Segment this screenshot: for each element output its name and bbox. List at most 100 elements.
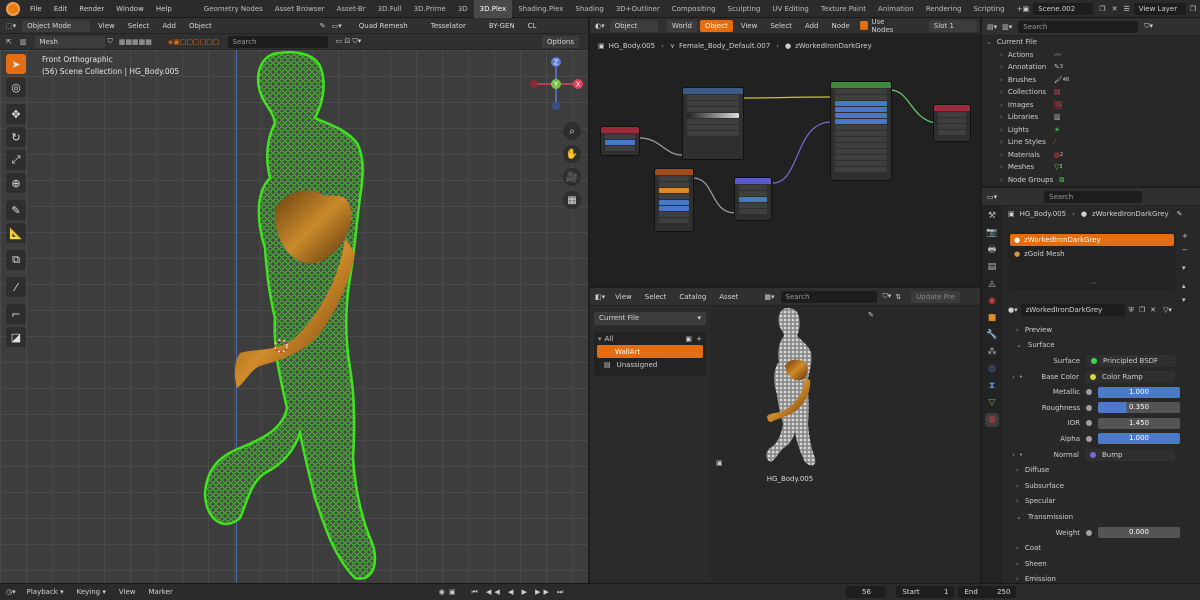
view-layer-icon[interactable]: ☰: [1123, 5, 1129, 13]
copy-scene-icon[interactable]: ❐: [1099, 5, 1105, 13]
material-name-field[interactable]: zWorkedIronDarkGrey: [1020, 304, 1125, 316]
scale-tool-icon[interactable]: ⤢: [6, 150, 26, 170]
workspace-tab[interactable]: 3D: [452, 0, 474, 18]
workspace-tab[interactable]: UV Editing: [766, 0, 815, 18]
pen-icon[interactable]: ✎: [320, 22, 326, 30]
workspace-tab[interactable]: 3D.Full: [372, 0, 408, 18]
menu-render[interactable]: Render: [73, 0, 110, 18]
menu-file[interactable]: File: [24, 0, 48, 18]
workspace-tab[interactable]: 3D.Plex: [473, 0, 513, 18]
playback-menu[interactable]: Playback ▾: [22, 586, 69, 598]
ortho-grid-icon[interactable]: ▦: [563, 191, 581, 209]
asset-filter-icon[interactable]: ⛉▾: [883, 292, 892, 301]
menu-help[interactable]: Help: [150, 0, 178, 18]
expand-arrow-icon[interactable]: ›: [1000, 174, 1003, 187]
constraints-tab-icon[interactable]: ⧗: [985, 379, 999, 393]
workspace-tab[interactable]: Asset Browser: [269, 0, 331, 18]
catalog-all[interactable]: All: [605, 335, 614, 343]
expand-arrow-icon[interactable]: ›: [1000, 49, 1003, 62]
mesh-dropdown[interactable]: Mesh: [34, 35, 105, 48]
body-mesh-figure[interactable]: [195, 48, 395, 583]
move-tool-icon[interactable]: ✥: [6, 104, 26, 124]
tesselator-menu[interactable]: Tesselator: [426, 20, 471, 32]
add-catalog-icon[interactable]: +: [696, 335, 702, 343]
move-slot-up-icon[interactable]: ▴: [1182, 282, 1188, 290]
outliner-item[interactable]: › Lights ☀: [982, 124, 1200, 137]
scene-tab-icon[interactable]: ◬: [985, 277, 999, 291]
material-slot[interactable]: ● zGold Mesh: [1010, 248, 1174, 260]
cursor-tool-icon[interactable]: ◎: [6, 77, 26, 97]
playback-controls[interactable]: ⏮ ◀◀ ◀ ▶ ▶▶ ⏭: [471, 588, 566, 597]
panel-diffuse[interactable]: › Diffuse: [1006, 462, 1200, 478]
panel-subsurface[interactable]: › Subsurface: [1006, 478, 1200, 494]
copy-view-layer-icon[interactable]: ❐: [1190, 5, 1196, 13]
list-resize-handle-icon[interactable]: ⋯: [1090, 279, 1097, 287]
workspace-tab[interactable]: Shading: [569, 0, 609, 18]
principled-bsdf-node[interactable]: [830, 81, 892, 181]
world-tab-icon[interactable]: ◉: [985, 294, 999, 308]
end-frame-field[interactable]: End 250: [958, 586, 1017, 598]
properties-editor[interactable]: ▭▾ Search ▣ HG_Body.005 › ● zWorkedIronD…: [982, 188, 1200, 583]
asset-sort-icon[interactable]: ⇅: [895, 293, 901, 301]
extrude-tool-icon[interactable]: ⌐: [6, 304, 26, 324]
expand-arrow-icon[interactable]: ›: [1000, 136, 1003, 149]
viewport-menu-add[interactable]: Add: [157, 20, 181, 32]
render-tab-icon[interactable]: 📷: [985, 226, 999, 240]
outliner-item[interactable]: › Images 🖼: [982, 99, 1200, 112]
expand-arrow-icon[interactable]: ›: [1012, 373, 1015, 381]
panel-transmission[interactable]: ⌄ Transmission: [1006, 509, 1200, 525]
fake-user-shield-icon[interactable]: ⛨: [1129, 306, 1134, 315]
workspace-tab[interactable]: Asset-Br: [331, 0, 372, 18]
expand-arrow-icon[interactable]: ›: [1000, 149, 1003, 162]
workspace-tab[interactable]: Texture Paint: [815, 0, 872, 18]
asset-search-input[interactable]: Search: [780, 290, 877, 303]
asset-menu-select[interactable]: Select: [640, 291, 672, 303]
outliner-editor-type-icon[interactable]: ▤▾: [987, 23, 997, 31]
outliner-search-input[interactable]: Search: [1018, 20, 1139, 33]
display-mode-icon[interactable]: ▥▾: [1002, 23, 1012, 31]
toolbar-toggle-icon[interactable]: ▥: [20, 38, 27, 46]
workspace-tab[interactable]: 3D.Prime: [408, 0, 452, 18]
expand-arrow-icon[interactable]: ›: [1000, 61, 1003, 74]
object-type-icon[interactable]: ◈▣▢▢▢▢▢▢: [168, 38, 220, 46]
panel-preview[interactable]: › Preview: [1006, 322, 1200, 338]
properties-search-input[interactable]: Search: [1044, 190, 1143, 203]
workspace-tab[interactable]: Compositing: [666, 0, 722, 18]
outliner-item[interactable]: › Meshes ▽ 3: [982, 161, 1200, 174]
workspace-tab[interactable]: Geometry Nodes: [198, 0, 269, 18]
pin-icon[interactable]: ✎: [1177, 210, 1183, 218]
particles-tab-icon[interactable]: ⁂: [985, 345, 999, 359]
expand-arrow-icon[interactable]: ›: [1000, 124, 1003, 137]
outliner-item[interactable]: › Node Groups ⧉: [982, 174, 1200, 187]
outliner-item[interactable]: › Libraries ▥: [982, 111, 1200, 124]
material-tab-icon[interactable]: ◍: [985, 413, 999, 427]
pan-hand-icon[interactable]: ✋: [563, 145, 581, 163]
panel-sheen[interactable]: › Sheen: [1006, 556, 1200, 572]
transform-tool-icon[interactable]: ⊕: [6, 173, 26, 193]
asset-menu-catalog[interactable]: Catalog: [674, 291, 711, 303]
object-tab-icon[interactable]: ■: [985, 311, 999, 325]
expand-arrow-icon[interactable]: ›: [1012, 451, 1015, 459]
panel-specular[interactable]: › Specular: [1006, 494, 1200, 510]
expand-arrow-icon[interactable]: ›: [1000, 74, 1003, 87]
outliner-filter-icon[interactable]: ⛉▾: [1144, 22, 1153, 31]
outliner-item[interactable]: › Annotation ✎ 3: [982, 61, 1200, 74]
outliner-item[interactable]: › Materials ◍ 2: [982, 149, 1200, 162]
catalog-item-wallart[interactable]: WallArt: [597, 345, 703, 358]
workspace-tab[interactable]: Scripting: [967, 0, 1010, 18]
filter-icon[interactable]: ⛉: [108, 37, 113, 46]
expand-arrow-icon[interactable]: ›: [1000, 161, 1003, 174]
browse-material-icon[interactable]: ●▾: [1008, 306, 1018, 314]
rotate-tool-icon[interactable]: ↻: [6, 127, 26, 147]
layer-weight-node[interactable]: [600, 126, 640, 156]
workspace-tab[interactable]: Sculpting: [722, 0, 767, 18]
current-frame-field[interactable]: 56: [846, 586, 887, 598]
duplicate-material-icon[interactable]: ❐: [1139, 306, 1145, 314]
menu-edit[interactable]: Edit: [48, 0, 74, 18]
roughness-slider[interactable]: 0.350: [1098, 402, 1180, 414]
view-layer-tab-icon[interactable]: ▤: [985, 260, 999, 274]
expand-arrow-icon[interactable]: ›: [1000, 111, 1003, 124]
thumbnail-view-icon[interactable]: ▦▾: [764, 293, 774, 301]
viewport-search-input[interactable]: Search: [227, 35, 328, 48]
viewport-menu-object[interactable]: Object: [184, 20, 217, 32]
